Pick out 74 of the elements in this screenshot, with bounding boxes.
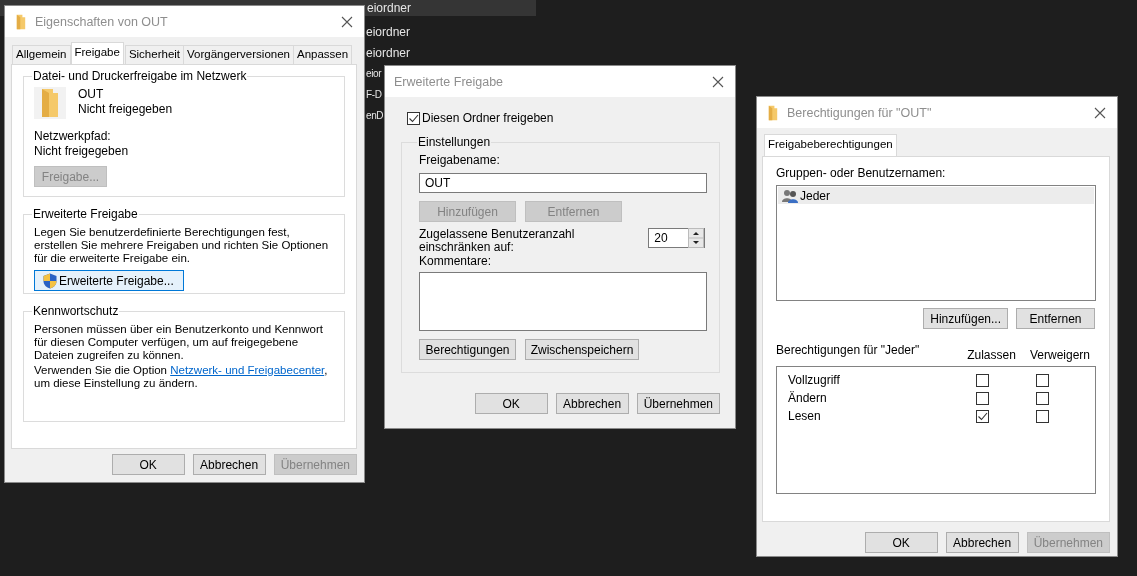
- group-heading: Erweiterte Freigabe: [32, 207, 139, 221]
- close-icon: [341, 15, 353, 28]
- button[interactable]: Zwischenspeichern: [525, 339, 639, 360]
- close-button[interactable]: [340, 14, 354, 29]
- network-path-value: Nicht freigegeben: [34, 144, 130, 159]
- button[interactable]: OK: [474, 393, 548, 414]
- checkbox[interactable]: [1035, 391, 1049, 405]
- users-icon: [782, 188, 798, 203]
- tab[interactable]: Sicherheit: [124, 45, 185, 64]
- column-header: Verweigern: [1028, 348, 1091, 363]
- file-type: eiordner: [366, 45, 411, 60]
- button[interactable]: Abbrechen: [945, 532, 1019, 553]
- folder-name: OUT: [78, 87, 105, 102]
- spinner-arrows-icon: [688, 228, 704, 248]
- button[interactable]: Hinzufügen...: [923, 308, 1008, 329]
- folder-icon: [766, 104, 780, 121]
- file-type: eior: [366, 68, 382, 79]
- checkbox[interactable]: [1035, 373, 1049, 387]
- close-icon: [712, 75, 724, 88]
- comments-field[interactable]: [419, 272, 707, 331]
- button[interactable]: OK: [864, 532, 938, 553]
- close-button[interactable]: [1093, 105, 1107, 120]
- field-label: Freigabename:: [419, 153, 501, 168]
- list-item[interactable]: Jeder: [778, 187, 1094, 204]
- group-heading: Einstellungen: [417, 135, 492, 149]
- check-icon: [408, 113, 419, 124]
- tab[interactable]: Freigabe: [70, 42, 124, 64]
- permission-name: Ändern: [788, 390, 828, 406]
- checkbox[interactable]: [407, 112, 420, 125]
- instruction-text: Verwenden Sie die Option Netzwerk- und Freigabecenter, um diese Einstellung zu ändern.: [34, 364, 329, 390]
- field-label: Zugelassene Benutzeranzahl einschränken auf:: [419, 228, 576, 254]
- file-type: enD: [366, 110, 384, 121]
- file-type: eiordner: [366, 24, 411, 39]
- column-header: Zulassen: [966, 348, 1017, 363]
- tab[interactable]: Allgemein: [12, 45, 71, 64]
- close-icon: [1094, 106, 1106, 119]
- network-center-link[interactable]: Netzwerk- und Freigabecenter: [170, 364, 325, 376]
- network-path-label: Netzwerkpfad:: [34, 129, 112, 144]
- permission-name: Vollzugriff: [788, 372, 841, 388]
- number-spinner[interactable]: 20: [648, 228, 705, 248]
- folder-icon: [34, 87, 66, 119]
- window-title: Erweiterte Freigabe: [394, 74, 505, 89]
- field-label: Kommentare:: [419, 254, 493, 269]
- list-label: Gruppen- oder Benutzernamen:: [776, 166, 947, 181]
- button[interactable]: Berechtigungen: [419, 339, 516, 360]
- button[interactable]: Abbrechen: [555, 393, 629, 414]
- button[interactable]: OK: [111, 454, 185, 475]
- button[interactable]: Abbrechen: [192, 454, 266, 475]
- window-title: Berechtigungen für "OUT": [787, 105, 933, 120]
- file-type: F-D: [366, 89, 382, 100]
- group-heading: Kennwortschutz: [32, 304, 120, 318]
- window-title: Eigenschaften von OUT: [35, 14, 169, 29]
- check-icon: [976, 410, 988, 422]
- close-button[interactable]: [711, 74, 725, 89]
- permissions-label: Berechtigungen für "Jeder": [776, 343, 921, 358]
- checkbox[interactable]: [975, 409, 989, 423]
- tab[interactable]: Freigabeberechtigungen: [764, 134, 897, 156]
- tab[interactable]: Anpassen: [292, 45, 353, 64]
- checkbox-label: Diesen Ordner freigeben: [422, 111, 554, 126]
- checkbox[interactable]: [975, 373, 989, 387]
- button[interactable]: Entfernen: [1016, 308, 1095, 329]
- file-type: eiordner: [367, 1, 412, 15]
- permission-name: Lesen: [788, 408, 822, 424]
- shield-icon: [43, 272, 57, 289]
- share-status: Nicht freigegeben: [78, 102, 173, 117]
- description-text: Personen müssen über ein Benutzerkonto und Kennwort für diesen Computer verfügen, um auf freigegebene Dateien zugreifen zu können.: [34, 323, 324, 362]
- group-heading: Datei- und Druckerfreigabe im Netzwerk: [32, 69, 248, 83]
- checkbox[interactable]: [975, 391, 989, 405]
- share-name-field[interactable]: OUT: [419, 173, 707, 193]
- checkbox[interactable]: [1035, 409, 1049, 423]
- advanced-sharing-button[interactable]: Erweiterte Freigabe...: [34, 270, 184, 291]
- folder-icon: [14, 13, 28, 30]
- description-text: Legen Sie benutzerdefinierte Berechtigungen fest, erstellen Sie mehrere Freigaben und richten Sie Optionen für die erweiterte Freigabe ein.: [34, 226, 330, 265]
- button[interactable]: Übernehmen: [636, 393, 720, 414]
